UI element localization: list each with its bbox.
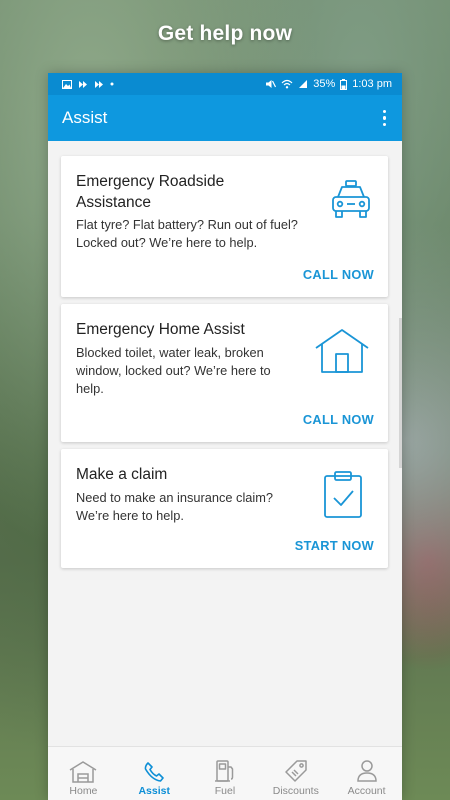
status-system: 35% 1:03 pm xyxy=(265,78,392,90)
user-icon xyxy=(356,760,377,782)
signal-icon xyxy=(299,80,308,88)
assist-content: Emergency Roadside Assistance Flat tyre?… xyxy=(48,141,402,746)
nav-item-assist[interactable]: Assist xyxy=(119,747,190,800)
forward-notification-icon xyxy=(79,80,87,88)
home-icon xyxy=(69,761,97,783)
card-title: Emergency Home Assist xyxy=(76,321,245,338)
home-assist-card: Emergency Home Assist Blocked toilet, wa… xyxy=(61,304,388,442)
clipboard-check-icon xyxy=(324,471,362,518)
nav-label: Assist xyxy=(138,785,170,797)
start-claim-button[interactable]: START NOW xyxy=(295,538,374,553)
roadside-call-now-button[interactable]: CALL NOW xyxy=(303,267,374,282)
nav-item-account[interactable]: Account xyxy=(331,747,402,800)
phone-screen: 35% 1:03 pm Assist Emergency Roadside As… xyxy=(48,73,402,800)
scrollbar[interactable] xyxy=(399,318,402,468)
bottom-navigation: Home Assist Fuel Discounts Account xyxy=(48,746,402,800)
nav-label: Discounts xyxy=(272,785,319,797)
nav-label: Fuel xyxy=(214,785,236,797)
fuel-pump-icon xyxy=(214,760,234,782)
dot-notification-icon xyxy=(110,82,114,86)
taxi-icon xyxy=(332,180,370,218)
home-call-now-button[interactable]: CALL NOW xyxy=(303,412,374,427)
make-claim-card: Make a claim Need to make an insurance c… xyxy=(61,449,388,568)
nav-item-fuel[interactable]: Fuel xyxy=(190,747,261,800)
tag-icon xyxy=(285,760,307,782)
card-title: Make a claim xyxy=(76,466,168,483)
card-description: Flat tyre? Flat battery? Run out of fuel… xyxy=(76,217,298,250)
nav-item-discounts[interactable]: Discounts xyxy=(260,747,331,800)
overflow-menu-icon[interactable] xyxy=(381,104,389,133)
nav-label: Home xyxy=(69,785,98,797)
promo-headline: Get help now xyxy=(157,22,293,45)
house-icon xyxy=(315,329,369,373)
mute-icon xyxy=(266,80,277,88)
card-title: Emergency Roadside Assistance xyxy=(76,173,225,211)
clock: 1:03 pm xyxy=(352,78,392,90)
forward-notification-icon xyxy=(95,80,103,88)
page-title: Assist xyxy=(62,108,108,127)
card-description: Blocked toilet, water leak, broken windo… xyxy=(76,345,271,396)
roadside-assistance-card: Emergency Roadside Assistance Flat tyre?… xyxy=(61,156,388,297)
app-bar: Assist xyxy=(48,95,402,141)
battery-percent: 35% xyxy=(313,78,336,90)
battery-icon xyxy=(340,78,348,90)
phone-icon xyxy=(144,762,164,782)
card-description: Need to make an insurance claim? We’re h… xyxy=(76,490,274,523)
gallery-notification-icon xyxy=(62,79,72,89)
nav-item-home[interactable]: Home xyxy=(48,747,119,800)
wifi-icon xyxy=(281,79,293,89)
status-notifications xyxy=(62,79,114,89)
status-bar: 35% 1:03 pm xyxy=(48,73,402,95)
nav-label: Account xyxy=(347,785,386,797)
